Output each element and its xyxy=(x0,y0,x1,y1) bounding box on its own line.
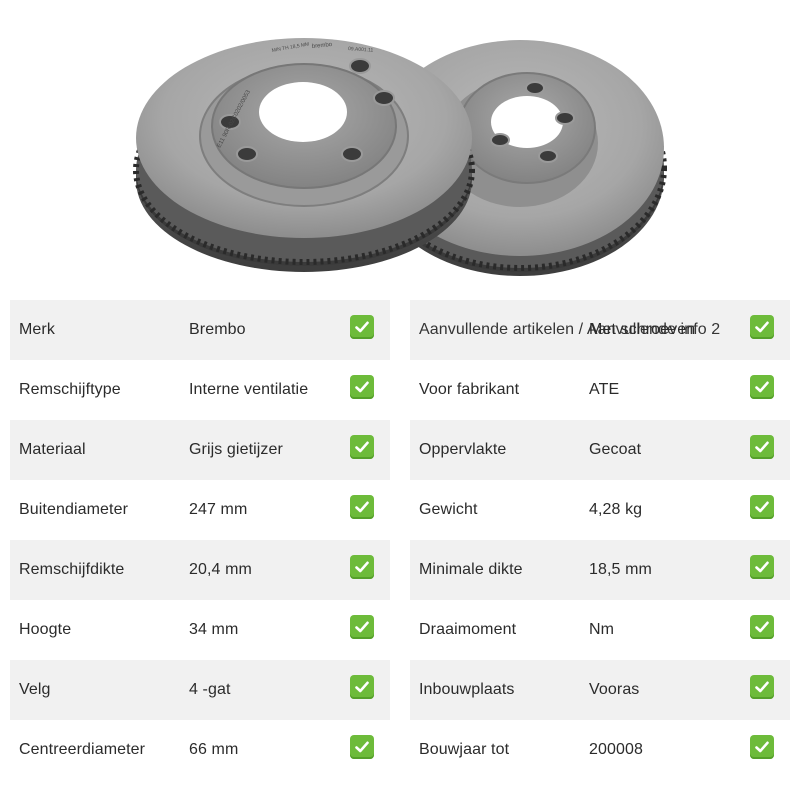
product-image: E11 90R-02C0202/0053 brembo MIN TH 18,5 … xyxy=(0,0,800,290)
spec-row: Centreerdiameter 66 mm xyxy=(10,720,390,780)
green-checkmark-icon xyxy=(750,495,774,519)
spec-label: Merk xyxy=(19,321,55,338)
green-checkmark-icon xyxy=(350,375,374,399)
brake-disc-front: E11 90R-02C0202/0053 brembo MIN TH 18,5 … xyxy=(133,38,475,272)
spec-label: Gewicht xyxy=(419,501,478,518)
spec-row: Aanvullende artikelen / Aanvullende info… xyxy=(410,300,790,360)
spec-label: Remschijfdikte xyxy=(19,561,125,578)
spec-table-left: Merk Brembo Remschijftype Interne ventil… xyxy=(10,300,390,780)
spec-row: Merk Brembo xyxy=(10,300,390,360)
spec-value: 247 mm xyxy=(189,501,248,518)
spec-row: Gewicht 4,28 kg xyxy=(410,480,790,540)
spec-row: Draaimoment Nm xyxy=(410,600,790,660)
spec-value: Grijs gietijzer xyxy=(189,441,283,458)
green-checkmark-icon xyxy=(750,615,774,639)
spec-row: Buitendiameter 247 mm xyxy=(10,480,390,540)
green-checkmark-icon xyxy=(750,315,774,339)
green-checkmark-icon xyxy=(350,675,374,699)
spec-value: 4 -gat xyxy=(189,681,231,698)
green-checkmark-icon xyxy=(350,555,374,579)
green-checkmark-icon xyxy=(750,375,774,399)
spec-row: Voor fabrikant ATE xyxy=(410,360,790,420)
spec-value: 18,5 mm xyxy=(589,561,652,578)
spec-label: Draaimoment xyxy=(419,621,517,638)
spec-value: 66 mm xyxy=(189,741,239,758)
spec-label: Minimale dikte xyxy=(419,561,523,578)
green-checkmark-icon xyxy=(750,555,774,579)
spec-value: Brembo xyxy=(189,321,246,338)
spec-row: Remschijftype Interne ventilatie xyxy=(10,360,390,420)
spec-value: 34 mm xyxy=(189,621,239,638)
green-checkmark-icon xyxy=(350,495,374,519)
spec-value: Gecoat xyxy=(589,441,642,458)
green-checkmark-icon xyxy=(350,435,374,459)
spec-value: Met schroeven xyxy=(589,321,696,338)
spec-row: Materiaal Grijs gietijzer xyxy=(10,420,390,480)
spec-value: Nm xyxy=(589,621,615,638)
spec-row: Remschijfdikte 20,4 mm xyxy=(10,540,390,600)
spec-label: Centreerdiameter xyxy=(19,741,146,758)
spec-value: Vooras xyxy=(589,681,640,698)
spec-value: 200008 xyxy=(589,741,643,758)
green-checkmark-icon xyxy=(750,675,774,699)
spec-table-right: Aanvullende artikelen / Aanvullende info… xyxy=(410,300,790,780)
green-checkmark-icon xyxy=(750,735,774,759)
spec-value: Interne ventilatie xyxy=(189,381,309,398)
spec-row: Minimale dikte 18,5 mm xyxy=(410,540,790,600)
green-checkmark-icon xyxy=(350,315,374,339)
spec-label: Velg xyxy=(19,681,51,698)
spec-row: Velg 4 -gat xyxy=(10,660,390,720)
spec-label: Remschijftype xyxy=(19,381,121,398)
spec-label: Inbouwplaats xyxy=(419,681,515,698)
spec-row: Bouwjaar tot 200008 xyxy=(410,720,790,780)
brake-discs-illustration: E11 90R-02C0202/0053 brembo MIN TH 18,5 … xyxy=(133,38,667,276)
green-checkmark-icon xyxy=(750,435,774,459)
spec-row: Oppervlakte Gecoat xyxy=(410,420,790,480)
spec-value: 4,28 kg xyxy=(589,501,643,518)
green-checkmark-icon xyxy=(350,615,374,639)
spec-row: Inbouwplaats Vooras xyxy=(410,660,790,720)
spec-value: ATE xyxy=(589,381,620,398)
spec-label: Oppervlakte xyxy=(419,441,507,458)
spec-label: Hoogte xyxy=(19,621,72,638)
spec-label: Buitendiameter xyxy=(19,501,129,518)
spec-value: 20,4 mm xyxy=(189,561,252,578)
spec-label: Materiaal xyxy=(19,441,86,458)
spec-row: Hoogte 34 mm xyxy=(10,600,390,660)
spec-label: Bouwjaar tot xyxy=(419,741,510,758)
spec-label: Voor fabrikant xyxy=(419,381,520,398)
green-checkmark-icon xyxy=(350,735,374,759)
